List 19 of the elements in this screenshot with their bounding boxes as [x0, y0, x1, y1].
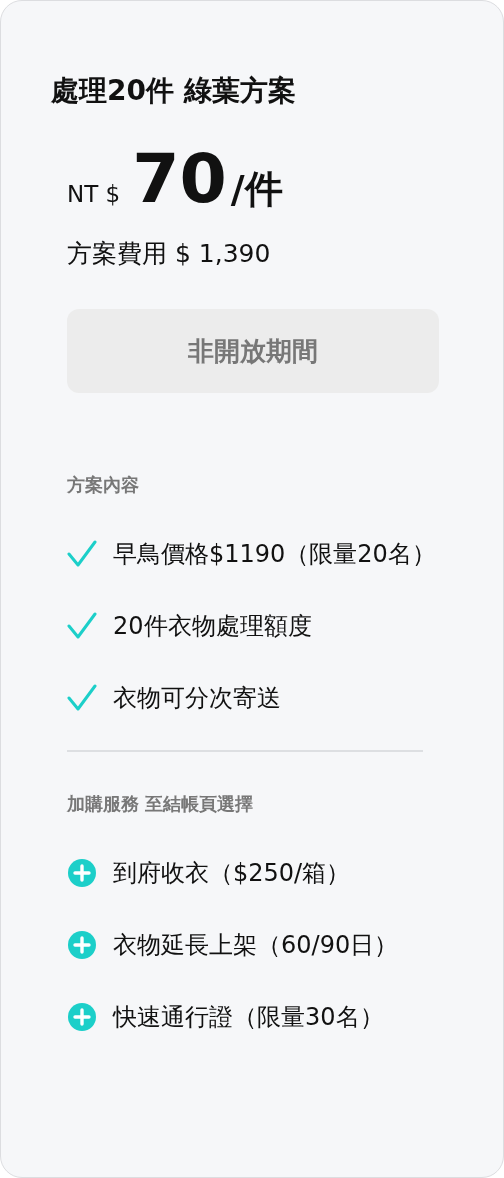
- section-heading: 加購服務 至結帳頁選擇: [67, 792, 255, 816]
- check-icon: [67, 539, 97, 569]
- section-heading: 方案內容: [67, 473, 140, 497]
- feature-text: 20件衣物處理額度: [113, 611, 312, 642]
- plan-title: 處理20件 綠葉方案: [51, 73, 297, 109]
- addon-text: 到府收衣（$250/箱）: [113, 858, 351, 889]
- plus-icon: [67, 858, 97, 888]
- feature-text: 衣物可分次寄送: [113, 683, 281, 714]
- price-unit: /件: [230, 166, 283, 213]
- addon-text: 衣物延長上架（60/90日）: [113, 930, 399, 961]
- price: 70: [132, 139, 227, 219]
- check-icon: [67, 611, 97, 641]
- plus-icon: [67, 1002, 97, 1032]
- feature-text: 早鳥價格$1190（限量20名）: [113, 539, 436, 570]
- check-icon: [67, 683, 97, 713]
- plan-fee: 方案費用 $ 1,390: [67, 238, 272, 270]
- plus-icon: [67, 930, 97, 960]
- addon-text: 快速通行證（限量30名）: [113, 1002, 384, 1033]
- currency: NT $: [67, 181, 121, 207]
